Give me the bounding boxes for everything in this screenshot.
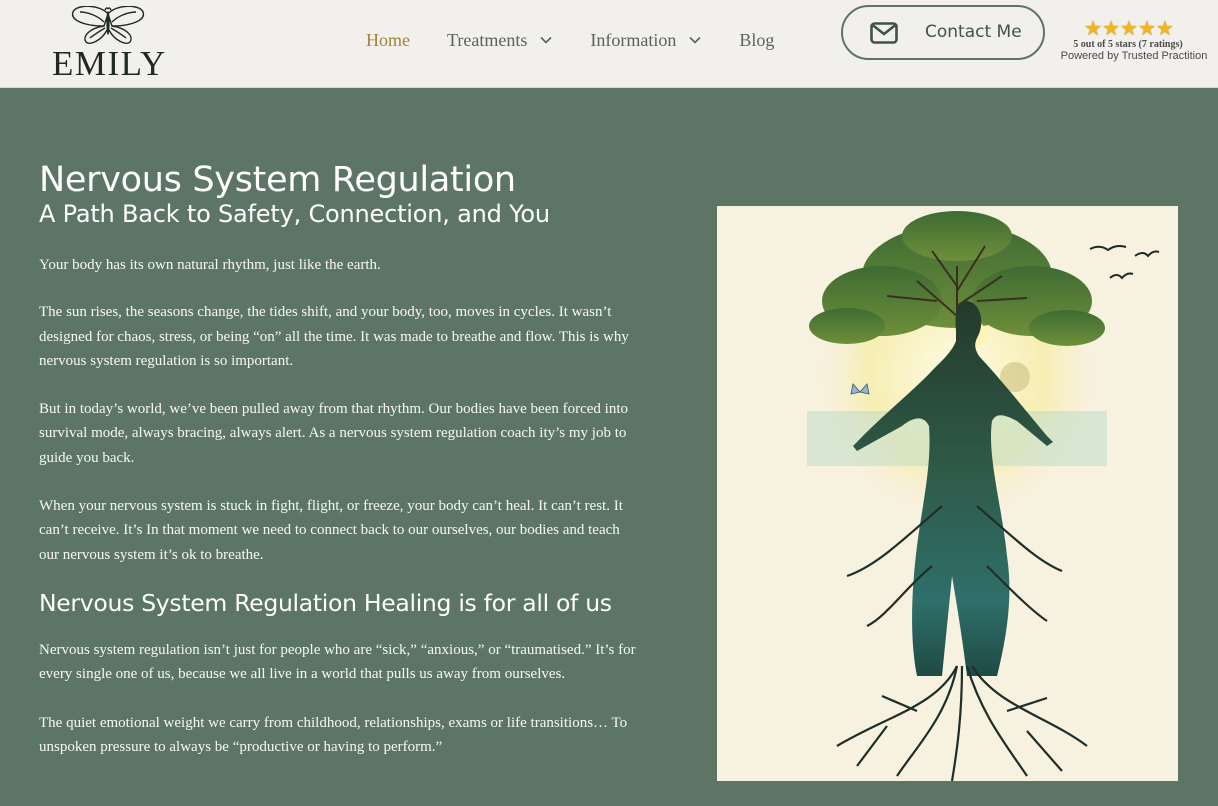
paragraph-intro: Your body has its own natural rhythm, ju… [39,257,381,273]
nav-home[interactable]: Home [366,26,410,54]
paragraph-rhythm: The sun rises, the seasons change, the t… [39,304,629,369]
rating-summary: 5 out of 5 stars (7 ratings) [1073,39,1183,50]
chevron-down-icon [689,36,701,44]
paragraph-emotional-weight: The quiet emotional weight we carry from… [39,714,628,755]
star-icon: ★ [1155,16,1174,40]
star-rating: ★ ★ ★ ★ ★ [1040,16,1218,40]
logo-text: EMILY [52,44,167,83]
page-title: Nervous System Regulation [39,160,516,200]
nav-blog-label: Blog [739,30,775,50]
rating-widget[interactable]: ★ ★ ★ ★ ★ 5 out of 5 stars (7 ratings) P… [1050,18,1218,62]
contact-me-button[interactable]: Contact Me [841,5,1045,60]
powered-by: Powered by Trusted Practition [1060,50,1208,62]
butterfly-icon [71,6,145,44]
star-icon: ★ [1102,16,1121,40]
envelope-icon [870,22,898,44]
section-heading: Nervous System Regulation Healing is for… [39,588,612,617]
nav-information[interactable]: Information [590,26,702,54]
chevron-down-icon [540,36,552,44]
nav-treatments[interactable]: Treatments [447,26,553,54]
tree-woman-illustration [717,206,1178,781]
logo-link[interactable]: EMILY [50,6,172,83]
paragraph-for-everyone: Nervous system regulation isn’t just for… [39,641,636,683]
star-icon: ★ [1084,16,1103,40]
star-icon: ★ [1120,16,1138,40]
paragraph-stuck: When your nervous system is stuck in fig… [39,498,623,563]
page-subtitle: A Path Back to Safety, Connection, and Y… [39,200,550,228]
nav-treatments-label: Treatments [447,30,528,50]
contact-me-label: Contact Me [925,22,1022,42]
main-content: Nervous System Regulation A Path Back to… [39,160,639,759]
nav-home-label: Home [366,30,410,50]
paragraph-survival: But in today’s world, we’ve been pulled … [39,401,629,466]
site-header: EMILY Home Treatments Information Blog C… [0,0,1218,88]
nav-blog[interactable]: Blog [739,26,774,54]
star-icon: ★ [1137,16,1156,40]
main-nav: Home Treatments Information Blog [366,26,811,54]
nav-information-label: Information [590,30,677,50]
